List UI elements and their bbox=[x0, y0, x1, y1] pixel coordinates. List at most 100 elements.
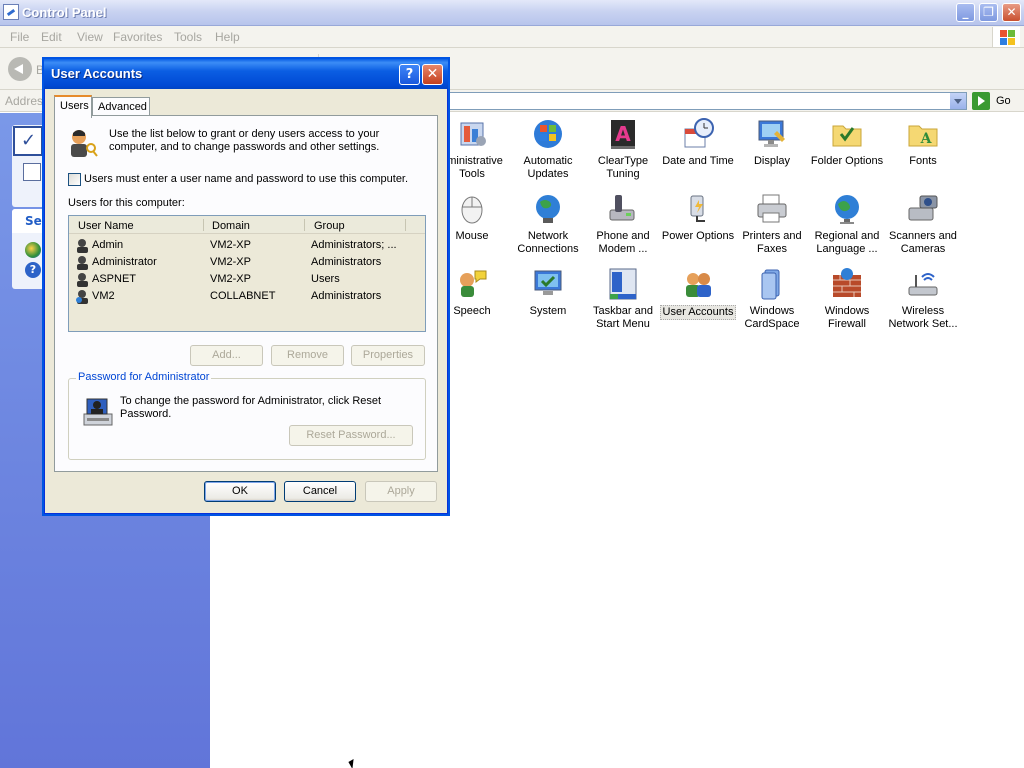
item-label: Display bbox=[753, 155, 791, 167]
table-row[interactable]: VM2 COLLABNET Administrators bbox=[69, 288, 425, 305]
item-network-connections[interactable]: Network Connections bbox=[510, 192, 586, 256]
folder-options-icon bbox=[832, 125, 862, 147]
add-button[interactable]: Add... bbox=[190, 345, 263, 366]
switch-view-icon[interactable] bbox=[23, 163, 41, 181]
users-tab-panel: Use the list below to grant or deny user… bbox=[54, 115, 438, 472]
item-label: Wireless Network Set... bbox=[888, 305, 958, 330]
wireless-icon bbox=[908, 273, 938, 296]
address-label: Address bbox=[5, 94, 50, 108]
tab-advanced[interactable]: Advanced bbox=[92, 97, 150, 117]
item-printers-and-faxes[interactable]: Printers and Faxes bbox=[734, 192, 810, 256]
item-label: Fonts bbox=[909, 155, 937, 167]
menu-favorites[interactable]: Favorites bbox=[113, 30, 162, 44]
user-name: Admin bbox=[92, 239, 124, 251]
column-divider[interactable] bbox=[203, 219, 204, 231]
menu-tools[interactable]: Tools bbox=[174, 30, 202, 44]
dialog-titlebar[interactable]: User Accounts ? ✕ bbox=[44, 59, 448, 89]
password-text: To change the password for Administrator… bbox=[120, 395, 382, 420]
menu-help[interactable]: Help bbox=[215, 30, 240, 44]
user-accounts-dialog: User Accounts ? ✕ Users Advanced Use the… bbox=[44, 59, 448, 514]
user-domain: COLLABNET bbox=[210, 290, 276, 302]
reset-password-button[interactable]: Reset Password... bbox=[289, 425, 413, 446]
table-row[interactable]: Administrator VM2-XP Administrators bbox=[69, 254, 425, 271]
user-domain: VM2-XP bbox=[210, 256, 251, 268]
table-row[interactable]: Admin VM2-XP Administrators; ... bbox=[69, 237, 425, 254]
column-group[interactable]: Group bbox=[314, 220, 345, 232]
item-taskbar-and-start-menu[interactable]: Taskbar and Start Menu bbox=[585, 267, 661, 331]
menu-file[interactable]: File bbox=[10, 30, 29, 44]
require-login-label[interactable]: Users must enter a user name and passwor… bbox=[84, 173, 408, 185]
item-windows-cardspace[interactable]: Windows CardSpace bbox=[734, 267, 810, 331]
tab-users[interactable]: Users bbox=[54, 95, 92, 118]
menu-view[interactable]: View bbox=[77, 30, 103, 44]
chevron-down-icon[interactable] bbox=[950, 93, 966, 109]
minimize-button[interactable]: _ bbox=[956, 3, 975, 22]
cancel-button[interactable]: Cancel bbox=[284, 481, 356, 502]
speech-icon bbox=[460, 270, 487, 297]
user-domain: VM2-XP bbox=[210, 239, 251, 251]
windows-logo-icon bbox=[992, 27, 1020, 47]
item-label: Windows CardSpace bbox=[744, 305, 800, 330]
window-titlebar[interactable]: Control Panel _ ❐ ✕ bbox=[0, 0, 1024, 26]
item-label: Folder Options bbox=[810, 155, 884, 167]
fonts-icon: A bbox=[908, 125, 938, 147]
remove-button[interactable]: Remove bbox=[271, 345, 344, 366]
item-phone-and-modem[interactable]: Phone and Modem ... bbox=[585, 192, 661, 256]
item-user-accounts[interactable]: User Accounts bbox=[660, 267, 736, 320]
item-label: Phone and Modem ... bbox=[596, 230, 650, 255]
control-panel-icon bbox=[3, 4, 19, 20]
phone-modem-icon bbox=[609, 195, 635, 221]
item-label: Windows Firewall bbox=[824, 305, 870, 330]
power-options-icon bbox=[690, 195, 705, 222]
go-button[interactable]: Go bbox=[972, 92, 1020, 110]
close-button[interactable]: ✕ bbox=[1002, 3, 1021, 22]
automatic-updates-icon bbox=[534, 120, 562, 148]
users-list[interactable]: User Name Domain Group Admin VM2-XP Admi… bbox=[68, 215, 426, 332]
column-user-name[interactable]: User Name bbox=[78, 220, 134, 232]
item-wireless-network-setup[interactable]: Wireless Network Set... bbox=[885, 267, 961, 331]
password-group-title: Password for Administrator bbox=[76, 371, 212, 383]
item-cleartype-tuning[interactable]: A ClearType Tuning bbox=[585, 117, 661, 181]
address-input[interactable] bbox=[446, 92, 967, 110]
item-windows-firewall[interactable]: Windows Firewall bbox=[809, 267, 885, 331]
item-power-options[interactable]: Power Options bbox=[660, 192, 736, 243]
item-label: ClearType Tuning bbox=[597, 155, 649, 180]
user-icon bbox=[77, 239, 88, 253]
properties-button[interactable]: Properties bbox=[351, 345, 425, 366]
mouse-cursor bbox=[348, 759, 358, 768]
column-domain[interactable]: Domain bbox=[212, 220, 250, 232]
item-label: System bbox=[529, 305, 567, 317]
require-login-checkbox[interactable] bbox=[68, 173, 81, 186]
item-scanners-and-cameras[interactable]: Scanners and Cameras bbox=[885, 192, 961, 256]
column-divider[interactable] bbox=[304, 219, 305, 231]
item-date-and-time[interactable]: Date and Time bbox=[660, 117, 736, 168]
user-group: Users bbox=[311, 273, 340, 285]
password-groupbox: Password for Administrator To change the… bbox=[68, 371, 426, 460]
maximize-button[interactable]: ❐ bbox=[979, 3, 998, 22]
dialog-close-button[interactable]: ✕ bbox=[422, 64, 443, 85]
item-regional-and-language[interactable]: Regional and Language ... bbox=[809, 192, 885, 256]
item-display[interactable]: Display bbox=[734, 117, 810, 168]
domain-user-icon bbox=[76, 290, 88, 304]
back-icon[interactable] bbox=[8, 57, 32, 81]
item-label: Network Connections bbox=[517, 230, 579, 255]
ok-button[interactable]: OK bbox=[204, 481, 276, 502]
help-button[interactable]: ? bbox=[399, 64, 420, 85]
item-system[interactable]: System bbox=[510, 267, 586, 318]
user-name: ASPNET bbox=[92, 273, 137, 285]
windows-update-icon[interactable] bbox=[25, 242, 41, 258]
item-label: Automatic Updates bbox=[523, 155, 573, 180]
date-time-icon bbox=[684, 118, 714, 148]
item-automatic-updates[interactable]: Automatic Updates bbox=[510, 117, 586, 181]
item-folder-options[interactable]: Folder Options bbox=[809, 117, 885, 168]
scanner-icon bbox=[908, 195, 938, 221]
apply-button[interactable]: Apply bbox=[365, 481, 437, 502]
menu-edit[interactable]: Edit bbox=[41, 30, 62, 44]
user-group: Administrators; ... bbox=[311, 239, 397, 251]
table-row[interactable]: ASPNET VM2-XP Users bbox=[69, 271, 425, 288]
item-fonts[interactable]: A Fonts bbox=[885, 117, 961, 168]
user-icon bbox=[77, 273, 88, 287]
back-label[interactable]: B bbox=[36, 63, 44, 77]
column-divider[interactable] bbox=[405, 219, 406, 231]
help-icon[interactable]: ? bbox=[25, 262, 41, 278]
